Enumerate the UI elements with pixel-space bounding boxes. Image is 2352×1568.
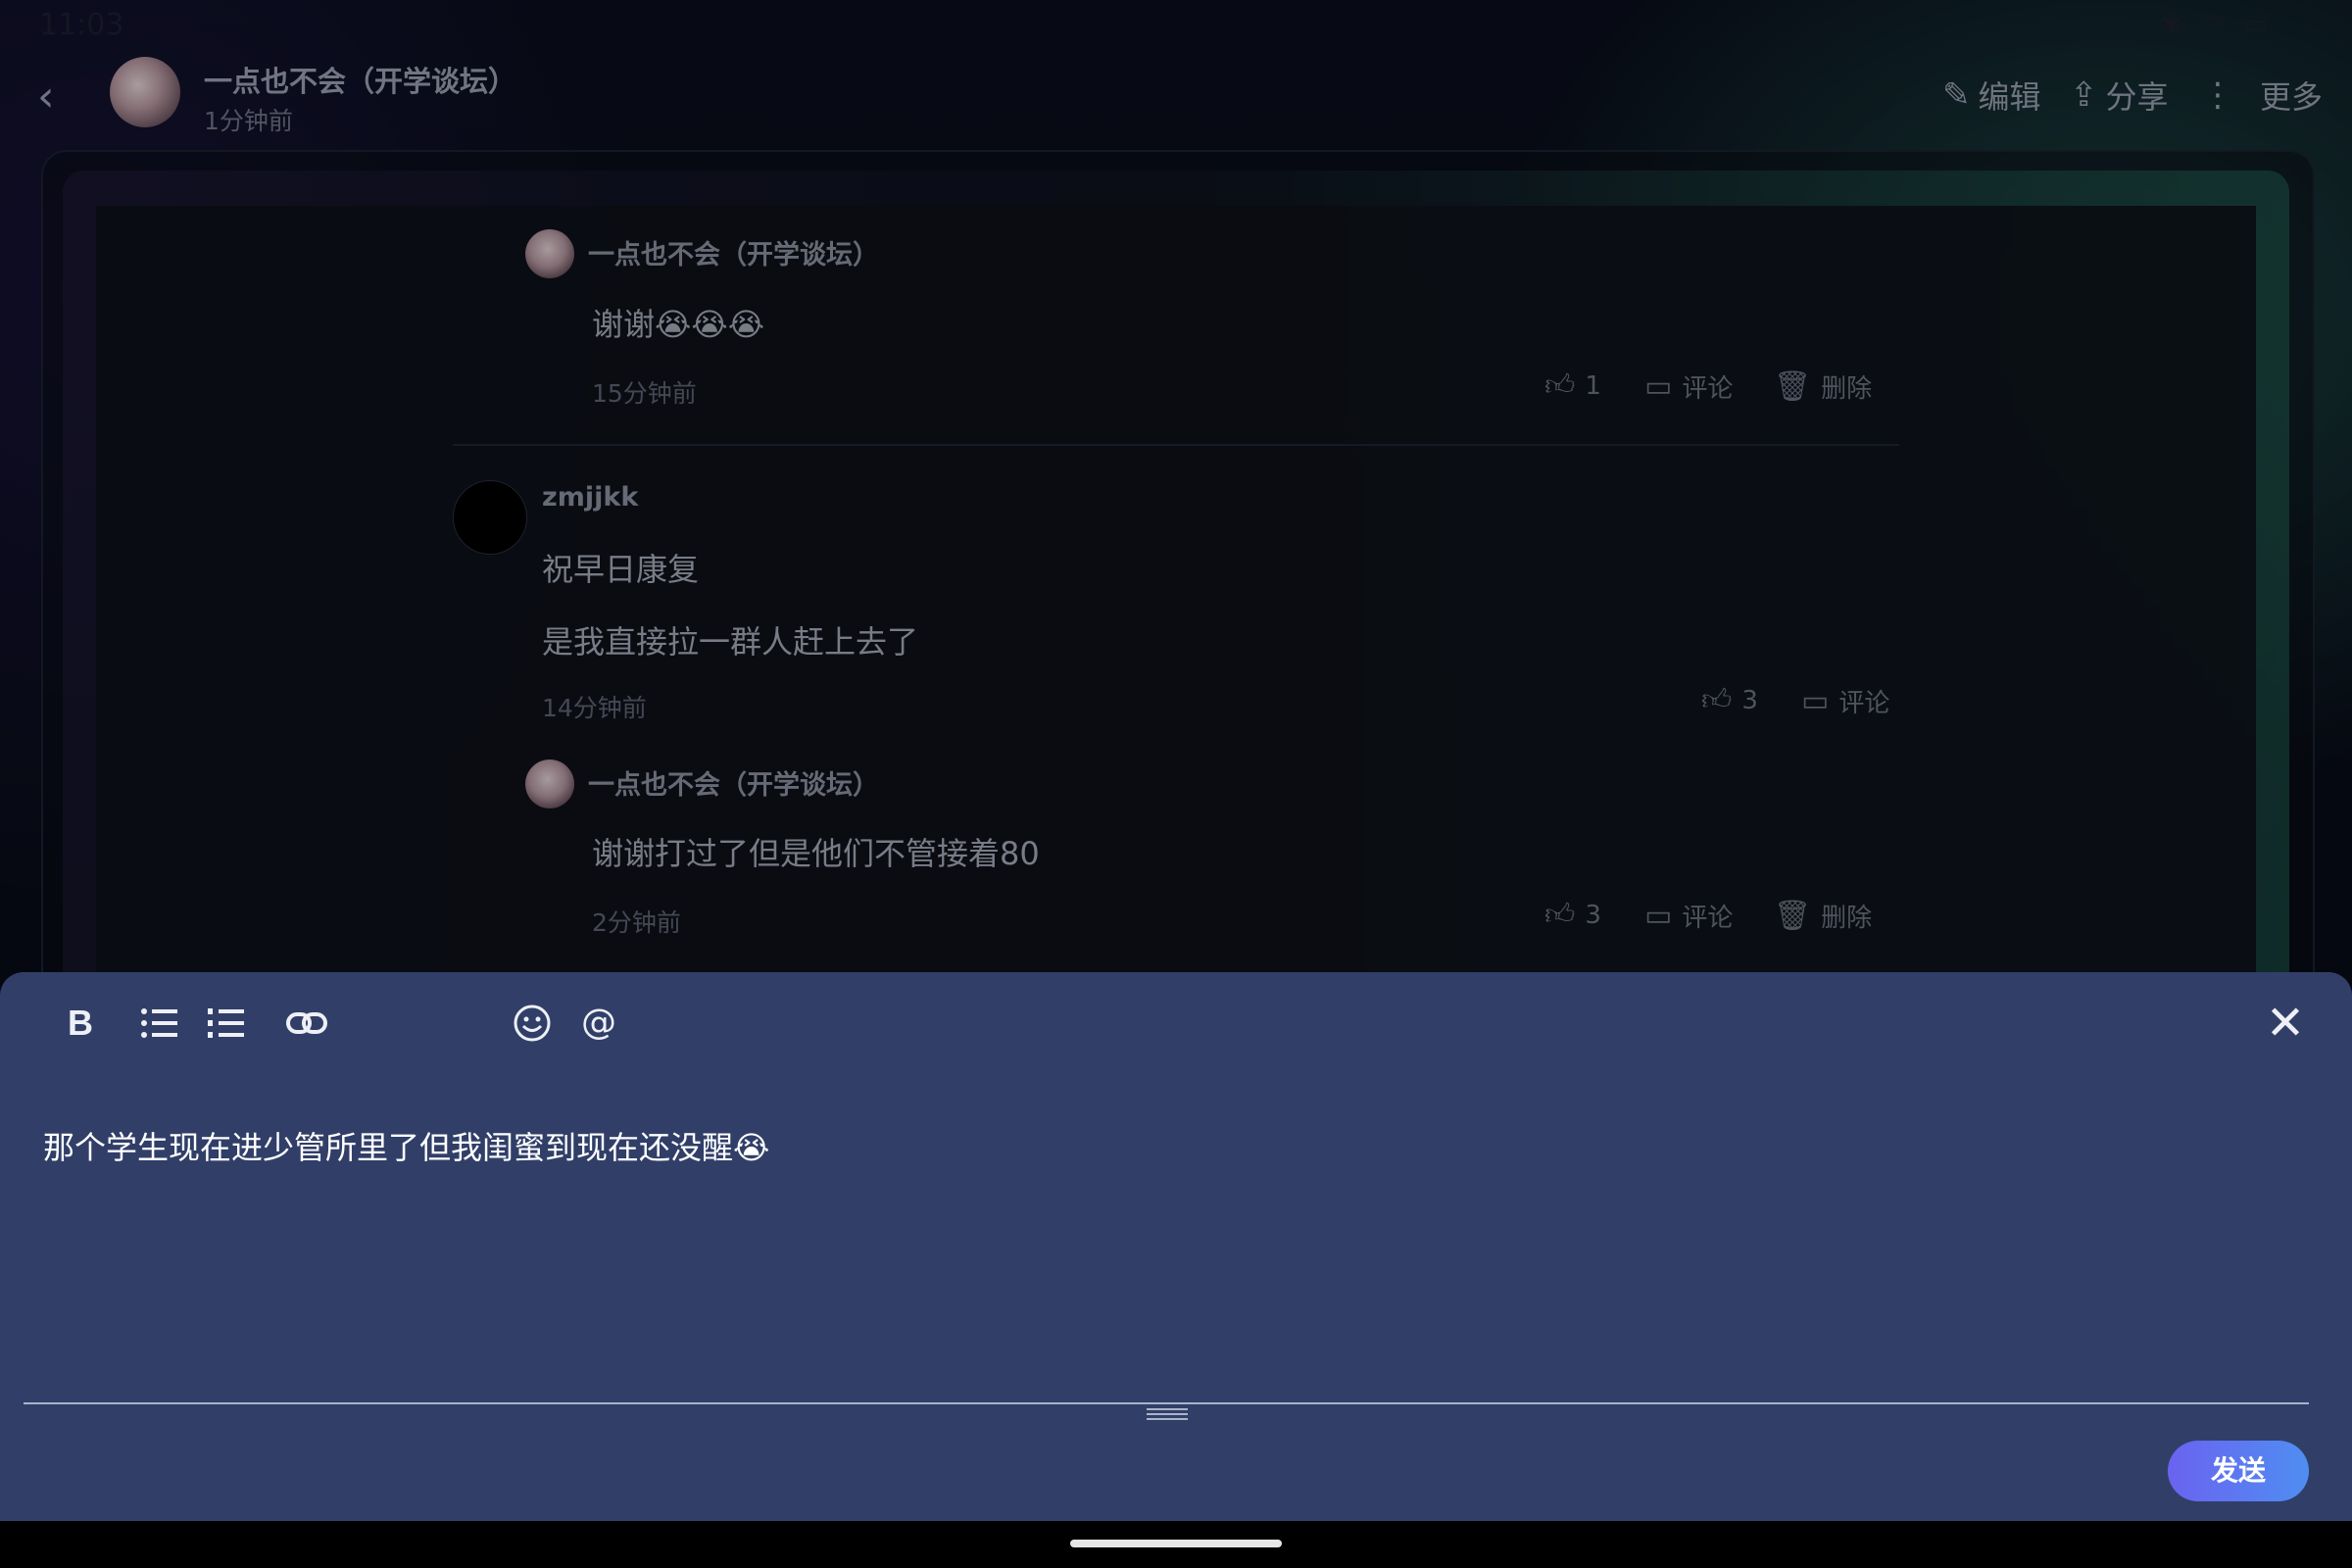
- bullet-list-button[interactable]: [137, 996, 182, 1051]
- numbered-list-icon: [208, 1008, 244, 1038]
- composer-input[interactable]: 那个学生现在进少管所里了但我闺蜜到现在还没醒😭: [43, 1123, 769, 1168]
- home-indicator[interactable]: [1070, 1540, 1282, 1547]
- link-button[interactable]: [284, 996, 329, 1051]
- bold-icon: B: [68, 1003, 93, 1043]
- comment-composer: [0, 972, 2352, 1521]
- mention-button[interactable]: @: [576, 996, 621, 1051]
- composer-divider: [24, 1402, 2309, 1404]
- send-button[interactable]: 发送: [2168, 1441, 2309, 1501]
- numbered-list-button[interactable]: [204, 996, 249, 1051]
- at-sign-icon: @: [581, 1003, 616, 1043]
- bullet-list-icon: [141, 1008, 177, 1038]
- close-icon[interactable]: ✕: [2258, 996, 2313, 1051]
- bold-button[interactable]: B: [61, 996, 100, 1051]
- resize-handle[interactable]: [1147, 1408, 1188, 1420]
- smiley-icon: [514, 1004, 551, 1042]
- emoji-button[interactable]: [510, 996, 555, 1051]
- link-icon: [286, 1012, 327, 1034]
